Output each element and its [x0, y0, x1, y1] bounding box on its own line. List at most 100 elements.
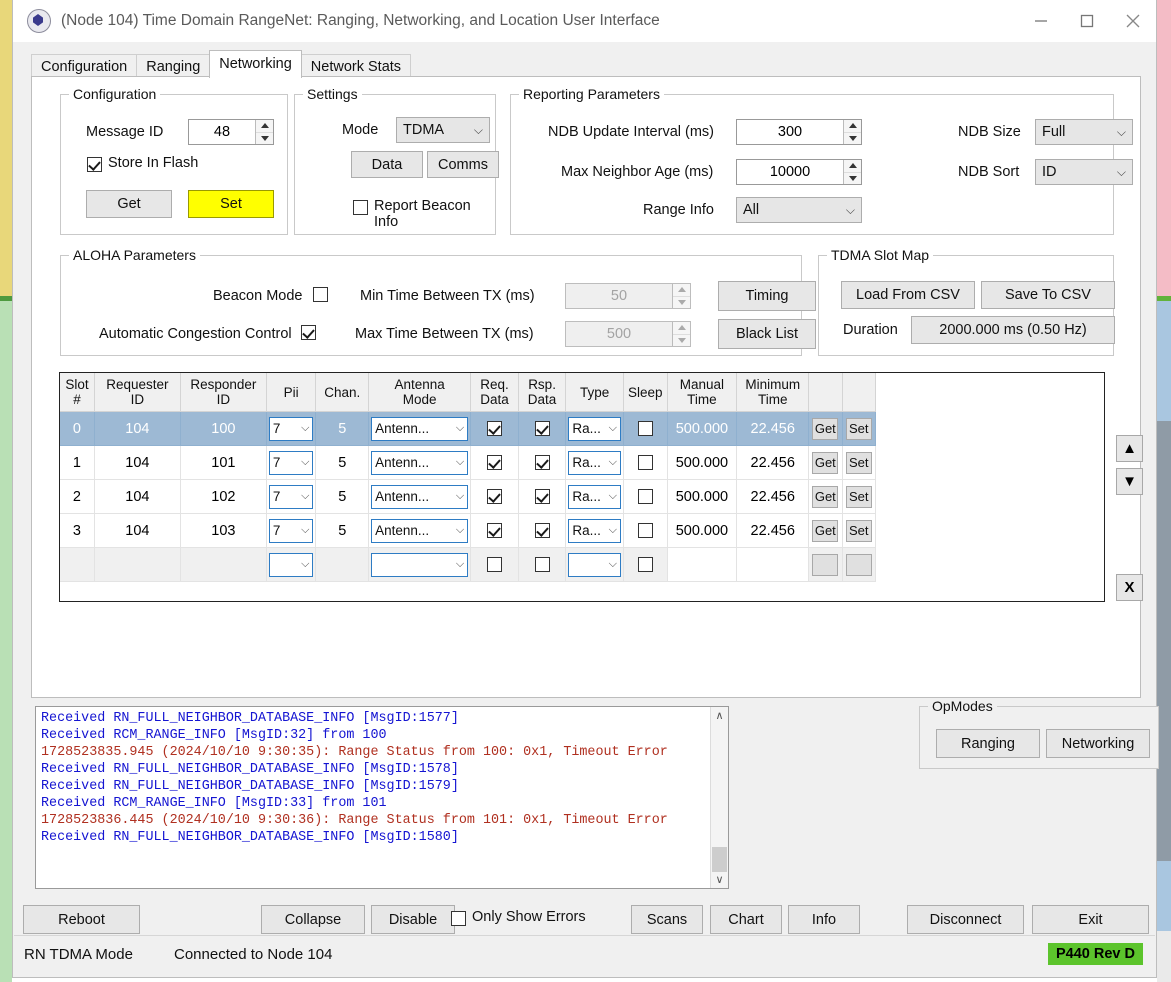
- cell-req-data[interactable]: [470, 411, 519, 446]
- tab-ranging[interactable]: Ranging: [136, 54, 211, 78]
- col-responder-id[interactable]: Responder ID: [180, 373, 267, 412]
- sleep-checkbox[interactable]: [637, 557, 653, 573]
- col-minimum-time[interactable]: Minimum Time: [736, 373, 810, 412]
- cell-get-button[interactable]: [808, 547, 843, 582]
- opmode-networking-button[interactable]: Networking: [1046, 729, 1150, 758]
- col-antenna-mode[interactable]: Antenna Mode: [368, 373, 472, 412]
- req-data-checkbox[interactable]: [487, 557, 503, 573]
- row-set-button[interactable]: [845, 553, 872, 576]
- cell-set-button[interactable]: Set: [842, 411, 877, 446]
- disconnect-button[interactable]: Disconnect: [907, 905, 1024, 934]
- cell-type[interactable]: ⌵: [565, 547, 624, 582]
- sleep-checkbox[interactable]: [637, 523, 653, 539]
- chart-button[interactable]: Chart: [710, 905, 782, 934]
- cell-requester-id[interactable]: 104: [94, 513, 181, 548]
- cell-requester-id[interactable]: 104: [94, 445, 181, 480]
- ndb-update-spin-arrows[interactable]: [843, 120, 861, 144]
- cell-req-data[interactable]: [470, 479, 519, 514]
- row-set-button[interactable]: Set: [845, 519, 872, 542]
- move-slot-down-button[interactable]: ▼: [1116, 468, 1143, 495]
- pii-select[interactable]: 7 ⌵: [268, 450, 314, 475]
- cell-req-data[interactable]: [470, 513, 519, 548]
- cell-channel[interactable]: 5: [315, 513, 370, 548]
- cell-req-data[interactable]: [470, 445, 519, 480]
- cell-responder-id[interactable]: 101: [180, 445, 267, 480]
- cell-pii[interactable]: ⌵: [266, 547, 317, 582]
- cell-requester-id[interactable]: 104: [94, 479, 181, 514]
- cell-channel[interactable]: 5: [315, 445, 370, 480]
- col-req-data[interactable]: Req. Data: [470, 373, 519, 412]
- type-select[interactable]: Ra... ⌵: [568, 484, 621, 509]
- cell-set-button[interactable]: Set: [842, 513, 877, 548]
- mode-select[interactable]: TDMA ⌵: [396, 117, 490, 143]
- rsp-data-checkbox[interactable]: [534, 523, 550, 539]
- cell-type[interactable]: Ra... ⌵: [565, 479, 624, 514]
- cell-antenna-mode[interactable]: Antenn... ⌵: [368, 479, 472, 514]
- timing-button[interactable]: Timing: [718, 281, 816, 311]
- col-requester-id[interactable]: Requester ID: [94, 373, 181, 412]
- scroll-up-icon[interactable]: ∧: [711, 707, 728, 724]
- type-select[interactable]: ⌵: [568, 552, 621, 577]
- antenna-mode-select[interactable]: Antenn... ⌵: [371, 416, 469, 441]
- pii-select[interactable]: 7 ⌵: [268, 416, 314, 441]
- req-data-checkbox[interactable]: [487, 455, 503, 471]
- scans-button[interactable]: Scans: [631, 905, 703, 934]
- cell-rsp-data[interactable]: [518, 411, 567, 446]
- row-set-button[interactable]: Set: [845, 485, 872, 508]
- report-beacon-info-checkbox[interactable]: [353, 200, 368, 215]
- cell-responder-id[interactable]: 102: [180, 479, 267, 514]
- min-tx-spin-up[interactable]: [673, 284, 690, 296]
- range-info-select[interactable]: All ⌵: [736, 197, 862, 223]
- rsp-data-checkbox[interactable]: [534, 557, 550, 573]
- collapse-button[interactable]: Collapse: [261, 905, 365, 934]
- row-set-button[interactable]: Set: [845, 451, 872, 474]
- delete-slot-button[interactable]: X: [1116, 574, 1143, 601]
- type-select[interactable]: Ra... ⌵: [568, 416, 621, 441]
- cell-sleep[interactable]: [623, 479, 668, 514]
- data-button[interactable]: Data: [351, 151, 423, 178]
- comms-button[interactable]: Comms: [427, 151, 499, 178]
- sleep-checkbox[interactable]: [637, 455, 653, 471]
- cell-get-button[interactable]: Get: [808, 445, 843, 480]
- max-tx-spin-down[interactable]: [673, 333, 690, 347]
- cell-set-button[interactable]: [842, 547, 877, 582]
- pii-select[interactable]: 7 ⌵: [268, 484, 314, 509]
- col-manual-time[interactable]: Manual Time: [667, 373, 738, 412]
- max-neighbor-age-stepper[interactable]: 10000: [736, 159, 862, 185]
- ndb-update-spin-down[interactable]: [844, 131, 861, 145]
- antenna-mode-select[interactable]: ⌵: [371, 552, 469, 577]
- cell-responder-id[interactable]: 100: [180, 411, 267, 446]
- row-get-button[interactable]: [812, 553, 839, 576]
- type-select[interactable]: Ra... ⌵: [568, 518, 621, 543]
- row-get-button[interactable]: Get: [812, 417, 839, 440]
- cell-channel[interactable]: 5: [315, 479, 370, 514]
- cell-type[interactable]: Ra... ⌵: [565, 445, 624, 480]
- message-id-spin-up[interactable]: [256, 120, 273, 132]
- antenna-mode-select[interactable]: Antenn... ⌵: [371, 450, 469, 475]
- cell-sleep[interactable]: [623, 513, 668, 548]
- save-to-csv-button[interactable]: Save To CSV: [981, 281, 1115, 309]
- sleep-checkbox[interactable]: [637, 489, 653, 505]
- cell-channel[interactable]: 5: [315, 411, 370, 446]
- message-id-spin-arrows[interactable]: [255, 120, 273, 144]
- cell-antenna-mode[interactable]: Antenn... ⌵: [368, 411, 472, 446]
- row-get-button[interactable]: Get: [812, 485, 839, 508]
- cell-pii[interactable]: 7 ⌵: [266, 513, 317, 548]
- exit-button[interactable]: Exit: [1032, 905, 1149, 934]
- minimize-icon[interactable]: [1018, 0, 1064, 42]
- set-button[interactable]: Set: [188, 190, 274, 218]
- pii-select[interactable]: ⌵: [268, 552, 314, 577]
- load-from-csv-button[interactable]: Load From CSV: [841, 281, 975, 309]
- move-slot-up-button[interactable]: ▲: [1116, 435, 1143, 462]
- cell-antenna-mode[interactable]: Antenn... ⌵: [368, 445, 472, 480]
- opmode-ranging-button[interactable]: Ranging: [936, 729, 1040, 758]
- close-icon[interactable]: [1110, 0, 1156, 42]
- cell-sleep[interactable]: [623, 445, 668, 480]
- ndb-update-spin-up[interactable]: [844, 120, 861, 132]
- type-select[interactable]: Ra... ⌵: [568, 450, 621, 475]
- pii-select[interactable]: 7 ⌵: [268, 518, 314, 543]
- cell-type[interactable]: Ra... ⌵: [565, 513, 624, 548]
- min-tx-spin-arrows[interactable]: [672, 284, 690, 308]
- col-rsp-data[interactable]: Rsp. Data: [518, 373, 567, 412]
- rsp-data-checkbox[interactable]: [534, 455, 550, 471]
